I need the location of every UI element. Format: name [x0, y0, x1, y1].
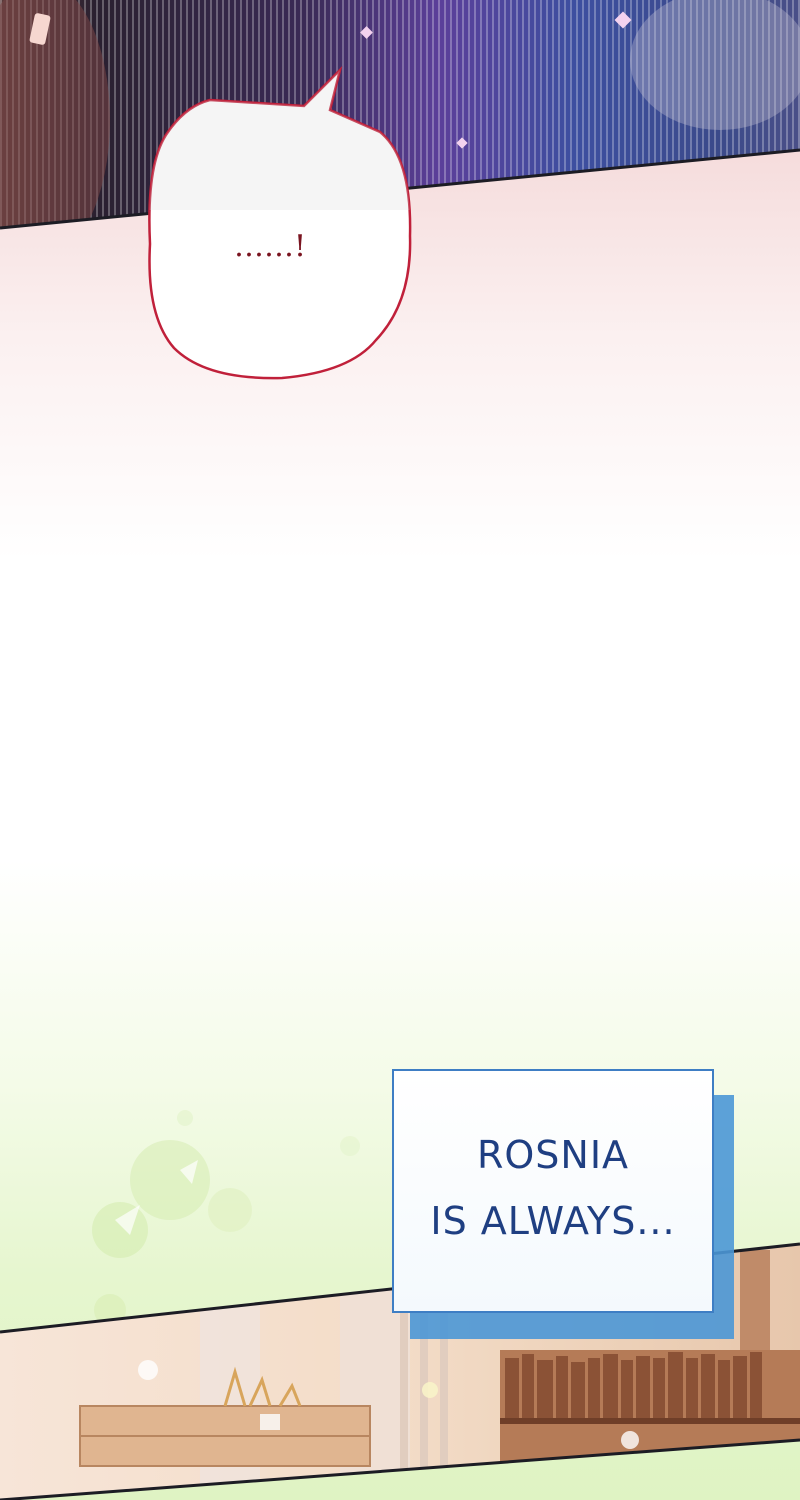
speech-bubble: ……! — [148, 66, 412, 380]
comic-page: ……! ROSNIA IS ALWAYS... — [0, 0, 800, 1500]
narration-caption-box: ROSNIA IS ALWAYS... — [392, 1069, 714, 1313]
caption-line-2: IS ALWAYS... — [430, 1199, 676, 1243]
speech-bubble-text: ……! — [234, 229, 306, 264]
caption-line-1: ROSNIA — [476, 1133, 630, 1177]
